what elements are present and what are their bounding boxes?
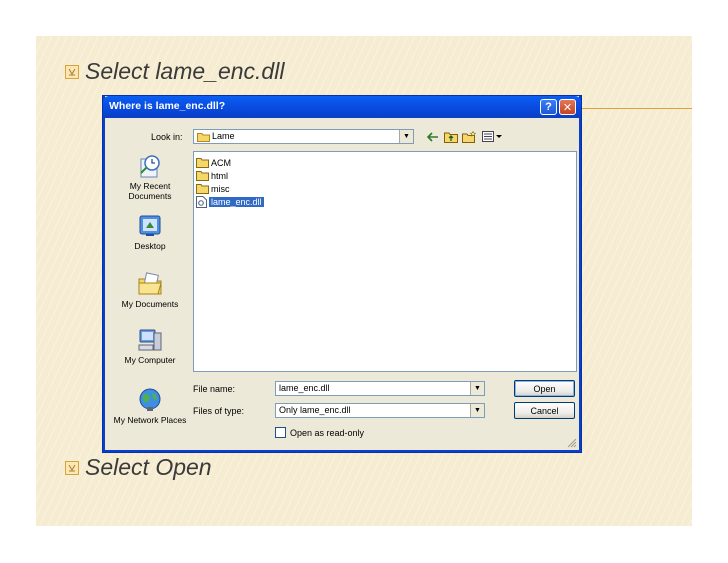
file-item-misc[interactable]: misc [196, 182, 230, 195]
open-readonly-checkbox[interactable]: Open as read-only [275, 427, 364, 438]
file-name-input[interactable]: lame_enc.dll ▼ [275, 381, 485, 396]
my-computer-icon [138, 329, 162, 351]
folder-icon [196, 158, 209, 168]
resize-grip-icon[interactable] [567, 438, 577, 448]
chevron-down-icon[interactable]: ▼ [399, 130, 413, 143]
open-button[interactable]: Open [514, 380, 575, 397]
help-button[interactable]: ? [540, 99, 557, 115]
bullet-icon [65, 460, 79, 475]
new-folder-icon[interactable] [461, 129, 477, 144]
bullet-item-2: Select Open [65, 454, 212, 481]
up-folder-icon[interactable] [443, 129, 459, 144]
file-item-acm[interactable]: ACM [196, 156, 231, 169]
file-name: ACM [211, 157, 231, 168]
files-of-type-value: Only lame_enc.dll [279, 405, 351, 415]
file-name: html [211, 170, 229, 181]
file-name-value: lame_enc.dll [279, 383, 330, 393]
desktop-icon [139, 215, 161, 236]
place-label: Desktop [134, 241, 166, 251]
bullet-item-1: Select lame_enc.dll [65, 58, 284, 85]
place-desktop[interactable]: Desktop [113, 213, 187, 251]
accent-line [578, 108, 692, 109]
place-my-documents[interactable]: My Documents [113, 271, 187, 309]
place-label: My Recent Documents [128, 181, 172, 201]
place-label: My Documents [121, 299, 179, 309]
files-of-type-select[interactable]: Only lame_enc.dll ▼ [275, 403, 485, 418]
network-places-icon [139, 388, 161, 411]
place-label: My Computer [124, 355, 176, 365]
folder-icon [196, 171, 209, 181]
files-of-type-label: Files of type: [193, 406, 245, 416]
my-documents-icon [138, 272, 162, 295]
place-network[interactable]: My Network Places [113, 387, 187, 425]
back-icon[interactable] [425, 129, 441, 144]
bullet-text: Select Open [85, 454, 212, 480]
places-bar: My Recent Documents Desktop My Documents… [113, 151, 187, 429]
file-item-html[interactable]: html [196, 169, 228, 182]
dialog-title: Where is lame_enc.dll? [109, 100, 226, 112]
checkbox-box[interactable] [275, 427, 286, 438]
place-label: My Network Places [113, 415, 187, 425]
place-recent-documents[interactable]: My Recent Documents [113, 153, 187, 201]
place-my-computer[interactable]: My Computer [113, 327, 187, 365]
file-item-lame-enc-dll[interactable]: lame_enc.dll [196, 195, 264, 208]
checkbox-label: Open as read-only [290, 427, 365, 438]
file-open-dialog: Where is lame_enc.dll? ? ✕ Look in: Lame… [103, 96, 581, 452]
chevron-down-icon[interactable]: ▼ [470, 404, 484, 417]
file-list[interactable]: ACM html misc lame_enc.dll [193, 151, 577, 372]
title-bar[interactable]: Where is lame_enc.dll? ? ✕ [103, 96, 581, 118]
folder-icon [196, 184, 209, 194]
views-menu-icon[interactable] [481, 129, 503, 144]
dll-file-icon [196, 195, 207, 208]
bullet-icon [65, 64, 79, 79]
file-name: misc [211, 183, 230, 194]
close-button[interactable]: ✕ [559, 99, 576, 115]
folder-icon [197, 133, 210, 142]
file-name-label: File name: [193, 384, 236, 394]
look-in-label: Look in: [151, 132, 183, 142]
look-in-dropdown[interactable]: Lame ▼ [193, 129, 414, 144]
file-name: lame_enc.dll [209, 196, 264, 207]
bullet-text: Select lame_enc.dll [85, 58, 285, 84]
look-in-value: Lame [212, 131, 235, 141]
recent-documents-icon [140, 155, 160, 178]
cancel-button[interactable]: Cancel [514, 402, 575, 419]
chevron-down-icon[interactable]: ▼ [470, 382, 484, 395]
